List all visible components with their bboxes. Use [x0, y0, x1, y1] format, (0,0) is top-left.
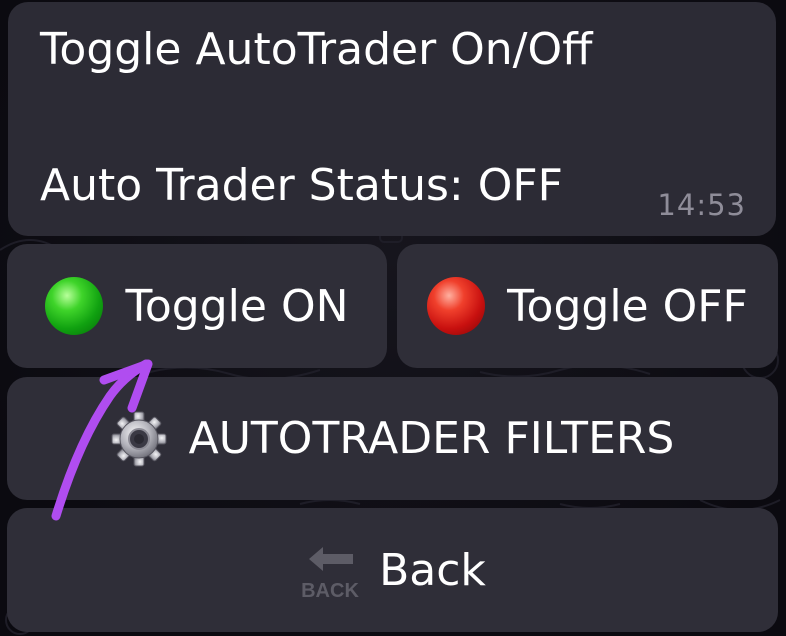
toggle-on-button[interactable]: Toggle ON	[7, 244, 387, 368]
back-button[interactable]: BACK Back	[7, 508, 778, 632]
green-circle-icon	[45, 277, 104, 335]
status-text: Auto Trader Status: OFF	[40, 160, 563, 211]
back-label: Back	[379, 544, 486, 596]
message-timestamp: 14:53	[657, 188, 746, 222]
autotrader-filters-label: AUTOTRADER FILTERS	[188, 413, 675, 464]
autotrader-filters-button[interactable]: AUTOTRADER FILTERS	[7, 377, 778, 500]
chat-screen: Toggle AutoTrader On/Off Auto Trader Sta…	[0, 0, 786, 636]
toggle-off-label: Toggle OFF	[507, 280, 748, 332]
gear-icon	[111, 411, 167, 466]
red-circle-icon	[427, 277, 486, 335]
message-title: Toggle AutoTrader On/Off	[40, 24, 593, 75]
back-icon-text: BACK	[301, 580, 359, 601]
back-arrow-icon: BACK	[301, 547, 360, 601]
toggle-off-button[interactable]: Toggle OFF	[397, 244, 778, 368]
toggle-on-label: Toggle ON	[125, 280, 349, 332]
bot-message-bubble: Toggle AutoTrader On/Off Auto Trader Sta…	[8, 2, 776, 236]
